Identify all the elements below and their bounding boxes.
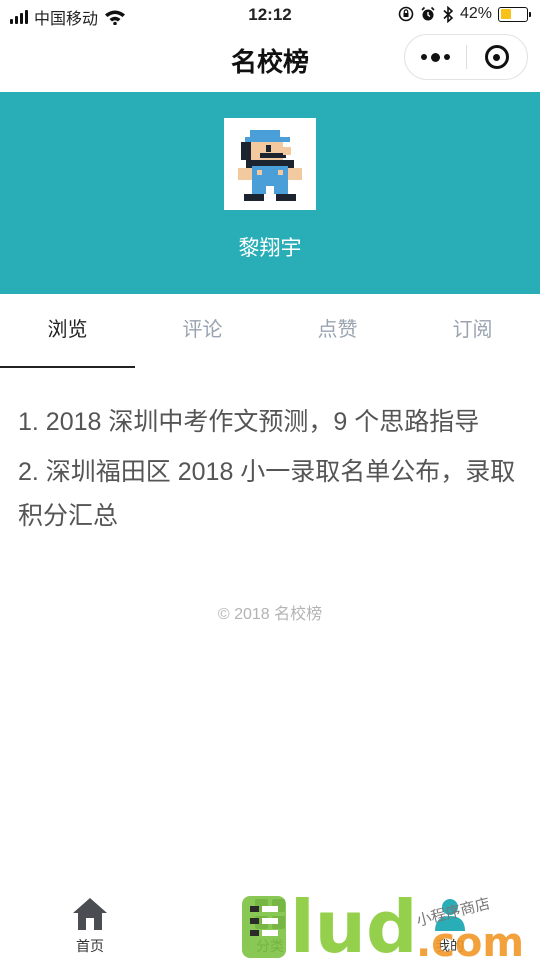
- category-icon: [250, 894, 290, 934]
- battery-fill: [500, 9, 511, 19]
- orientation-lock-icon: [398, 6, 414, 22]
- pixel-avatar-icon: [238, 130, 302, 201]
- tab-comments[interactable]: 评论: [135, 294, 270, 368]
- tabbar-item-mine[interactable]: 我的: [360, 890, 540, 960]
- tabbar-item-home[interactable]: 首页: [0, 890, 180, 960]
- profile-tabs: 浏览 评论 点赞 订阅: [0, 294, 540, 368]
- home-icon: [70, 894, 110, 934]
- username: 黎翔宇: [238, 237, 302, 260]
- mini-program-capsule: [404, 34, 528, 80]
- status-bar: 中国移动 12:12 42%: [0, 0, 540, 30]
- nav-bar: 名校榜: [0, 30, 540, 92]
- list-item[interactable]: 1. 2018 深圳中考作文预测，9 个思路指导: [18, 400, 528, 444]
- tabbar-label-mine: 我的: [436, 938, 464, 954]
- close-icon: [484, 45, 509, 69]
- list-item[interactable]: 2. 深圳福田区 2018 小一录取名单公布，录取积分汇总: [18, 450, 528, 538]
- tab-likes[interactable]: 点赞: [270, 294, 405, 368]
- bottom-tab-bar: 首页 分类 我的: [0, 890, 540, 960]
- tab-browse[interactable]: 浏览: [0, 294, 135, 368]
- battery-icon: [498, 6, 531, 22]
- bluetooth-icon: [443, 5, 454, 23]
- browse-history-list: 1. 2018 深圳中考作文预测，9 个思路指导 2. 深圳福田区 2018 小…: [18, 400, 528, 544]
- alarm-icon: [421, 6, 435, 21]
- user-icon: [430, 894, 470, 934]
- status-right: 42%: [398, 5, 531, 23]
- copyright-text: © 2018 名校榜: [217, 606, 323, 623]
- more-button[interactable]: [405, 35, 466, 79]
- tabbar-label-home: 首页: [76, 938, 104, 954]
- tabbar-label-category: 分类: [256, 938, 284, 954]
- close-button[interactable]: [467, 35, 528, 79]
- tab-subscriptions[interactable]: 订阅: [405, 294, 540, 368]
- tabbar-item-category[interactable]: 分类: [180, 890, 360, 960]
- battery-percent: 42%: [459, 5, 492, 22]
- profile-header: 黎翔宇: [0, 92, 540, 294]
- avatar[interactable]: [224, 118, 316, 210]
